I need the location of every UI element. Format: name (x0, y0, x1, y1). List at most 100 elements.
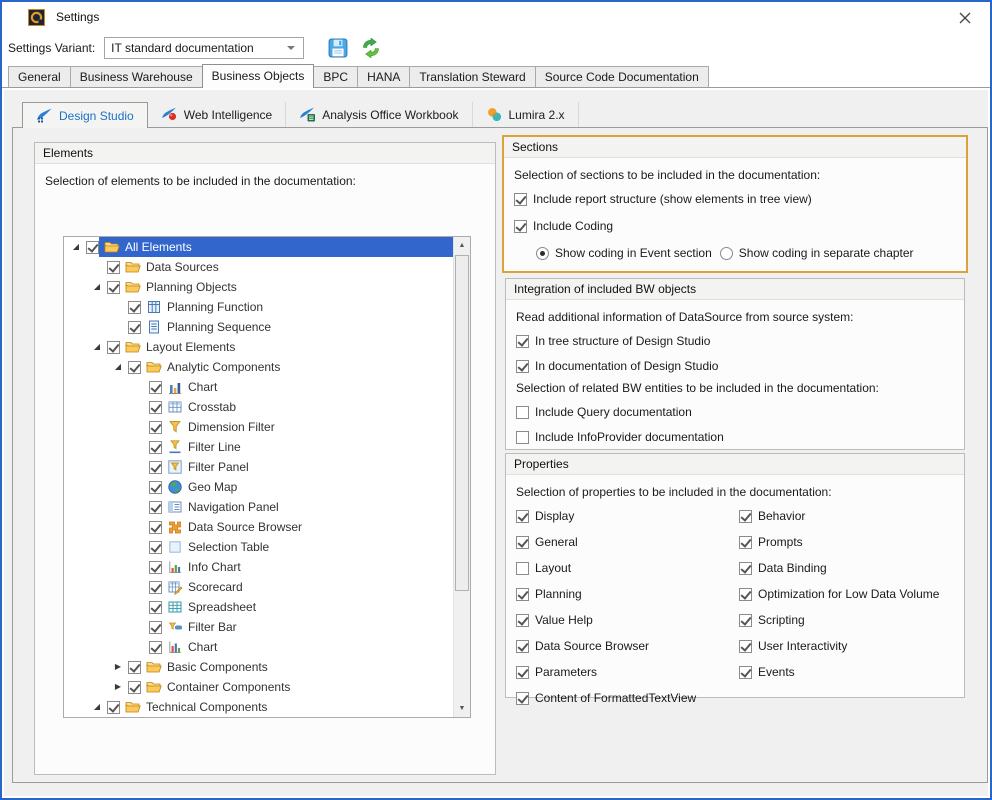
tree-item-analytic-components[interactable]: ◢Analytic Components (64, 357, 453, 377)
checkbox[interactable] (516, 562, 529, 575)
checkbox[interactable] (516, 692, 529, 705)
subtab-web-intelligence[interactable]: Web Intelligence (148, 102, 287, 127)
tree-checkbox[interactable] (149, 401, 162, 414)
tree-item-spreadsheet[interactable]: Spreadsheet (64, 597, 453, 617)
tree-checkbox[interactable] (107, 261, 120, 274)
expander-collapsed-icon[interactable]: ▶ (110, 677, 126, 697)
tree-item-chart[interactable]: Chart (64, 637, 453, 657)
tree-item-filter-panel[interactable]: Filter Panel (64, 457, 453, 477)
tree-checkbox[interactable] (149, 641, 162, 654)
checkbox[interactable] (516, 666, 529, 679)
checkbox[interactable] (516, 588, 529, 601)
checkbox[interactable] (516, 335, 529, 348)
tree-item-navigation-panel[interactable]: Navigation Panel (64, 497, 453, 517)
tree-item-crosstab[interactable]: Crosstab (64, 397, 453, 417)
checkbox[interactable] (514, 220, 527, 233)
tree-item-all-elements[interactable]: ◢All Elements (64, 237, 453, 257)
tree-checkbox[interactable] (149, 441, 162, 454)
tree-checkbox[interactable] (149, 421, 162, 434)
tree-checkbox[interactable] (149, 561, 162, 574)
radio-show-coding-in-event-section[interactable] (536, 247, 549, 260)
checkbox-general[interactable]: General (516, 535, 739, 549)
tree-checkbox[interactable] (149, 581, 162, 594)
checkbox[interactable] (739, 666, 752, 679)
checkbox[interactable] (739, 536, 752, 549)
checkbox[interactable] (516, 406, 529, 419)
tree-checkbox[interactable] (128, 301, 141, 314)
tree-item-technical-components[interactable]: ◢Technical Components (64, 697, 453, 717)
close-button[interactable] (956, 9, 974, 27)
checkbox-include-coding[interactable]: Include Coding (514, 219, 956, 233)
checkbox[interactable] (516, 360, 529, 373)
checkbox-display[interactable]: Display (516, 509, 739, 523)
tree-checkbox[interactable] (149, 541, 162, 554)
expander-expanded-icon[interactable]: ◢ (89, 697, 105, 717)
checkbox[interactable] (516, 510, 529, 523)
tree-checkbox[interactable] (149, 601, 162, 614)
tree-item-scorecard[interactable]: Scorecard (64, 577, 453, 597)
tree-checkbox[interactable] (107, 341, 120, 354)
tab-bpc[interactable]: BPC (313, 66, 358, 87)
checkbox-value-help[interactable]: Value Help (516, 613, 739, 627)
tree-item-data-source-browser[interactable]: Data Source Browser (64, 517, 453, 537)
checkbox[interactable] (516, 536, 529, 549)
checkbox-in-documentation-of-design-studio[interactable]: In documentation of Design Studio (516, 359, 954, 373)
refresh-button[interactable] (361, 38, 381, 58)
checkbox-scripting[interactable]: Scripting (739, 613, 954, 627)
tab-source-code-documentation[interactable]: Source Code Documentation (535, 66, 709, 87)
tree-item-data-sources[interactable]: Data Sources (64, 257, 453, 277)
checkbox-behavior[interactable]: Behavior (739, 509, 954, 523)
subtab-design-studio[interactable]: Design Studio (22, 102, 148, 128)
checkbox[interactable] (516, 431, 529, 444)
tree-scrollbar[interactable]: ▲ ▼ (453, 237, 470, 717)
checkbox[interactable] (739, 562, 752, 575)
tab-hana[interactable]: HANA (357, 66, 410, 87)
checkbox-layout[interactable]: Layout (516, 561, 739, 575)
tree-checkbox[interactable] (149, 521, 162, 534)
expander-collapsed-icon[interactable]: ▶ (110, 657, 126, 677)
tree-checkbox[interactable] (86, 241, 99, 254)
tree-checkbox[interactable] (149, 461, 162, 474)
save-button[interactable] (328, 38, 348, 58)
tree-checkbox[interactable] (128, 681, 141, 694)
scrollbar-thumb[interactable] (455, 255, 469, 591)
tree-item-layout-elements[interactable]: ◢Layout Elements (64, 337, 453, 357)
tree-checkbox[interactable] (107, 281, 120, 294)
checkbox-events[interactable]: Events (739, 665, 954, 679)
expander-expanded-icon[interactable]: ◢ (68, 237, 84, 257)
tree-checkbox[interactable] (128, 361, 141, 374)
checkbox[interactable] (516, 640, 529, 653)
checkbox-planning[interactable]: Planning (516, 587, 739, 601)
tree-item-container-components[interactable]: ▶Container Components (64, 677, 453, 697)
tree-checkbox[interactable] (128, 661, 141, 674)
checkbox[interactable] (516, 614, 529, 627)
tree-item-filter-line[interactable]: Filter Line (64, 437, 453, 457)
radio-show-coding-in-separate-chapter[interactable] (720, 247, 733, 260)
checkbox-include-query-documentation[interactable]: Include Query documentation (516, 405, 954, 419)
expander-expanded-icon[interactable]: ◢ (89, 337, 105, 357)
checkbox[interactable] (739, 614, 752, 627)
tree-checkbox[interactable] (107, 701, 120, 714)
tree-item-chart[interactable]: Chart (64, 377, 453, 397)
tree-item-selection-table[interactable]: Selection Table (64, 537, 453, 557)
expander-expanded-icon[interactable]: ◢ (89, 277, 105, 297)
tab-business-warehouse[interactable]: Business Warehouse (70, 66, 203, 87)
tree-checkbox[interactable] (149, 621, 162, 634)
checkbox-parameters[interactable]: Parameters (516, 665, 739, 679)
checkbox-include-report-structure-show-elements-in-tree-view[interactable]: Include report structure (show elements … (514, 192, 956, 206)
tab-translation-steward[interactable]: Translation Steward (409, 66, 535, 87)
tree-item-basic-components[interactable]: ▶Basic Components (64, 657, 453, 677)
tree-item-planning-function[interactable]: Planning Function (64, 297, 453, 317)
checkbox-content-of-formattedtextview[interactable]: Content of FormattedTextView (516, 691, 739, 705)
settings-variant-select[interactable]: IT standard documentation (104, 37, 304, 59)
tab-general[interactable]: General (8, 66, 71, 87)
checkbox-data-binding[interactable]: Data Binding (739, 561, 954, 575)
scroll-down-icon[interactable]: ▼ (454, 700, 470, 717)
checkbox[interactable] (739, 588, 752, 601)
tree-item-filter-bar[interactable]: Filter Bar (64, 617, 453, 637)
tree-item-planning-sequence[interactable]: Planning Sequence (64, 317, 453, 337)
scroll-up-icon[interactable]: ▲ (454, 237, 470, 254)
tree-checkbox[interactable] (149, 481, 162, 494)
checkbox-optimization-for-low-data-volume[interactable]: Optimization for Low Data Volume (739, 587, 954, 601)
subtab-analysis-office-workbook[interactable]: Analysis Office Workbook (286, 102, 472, 127)
